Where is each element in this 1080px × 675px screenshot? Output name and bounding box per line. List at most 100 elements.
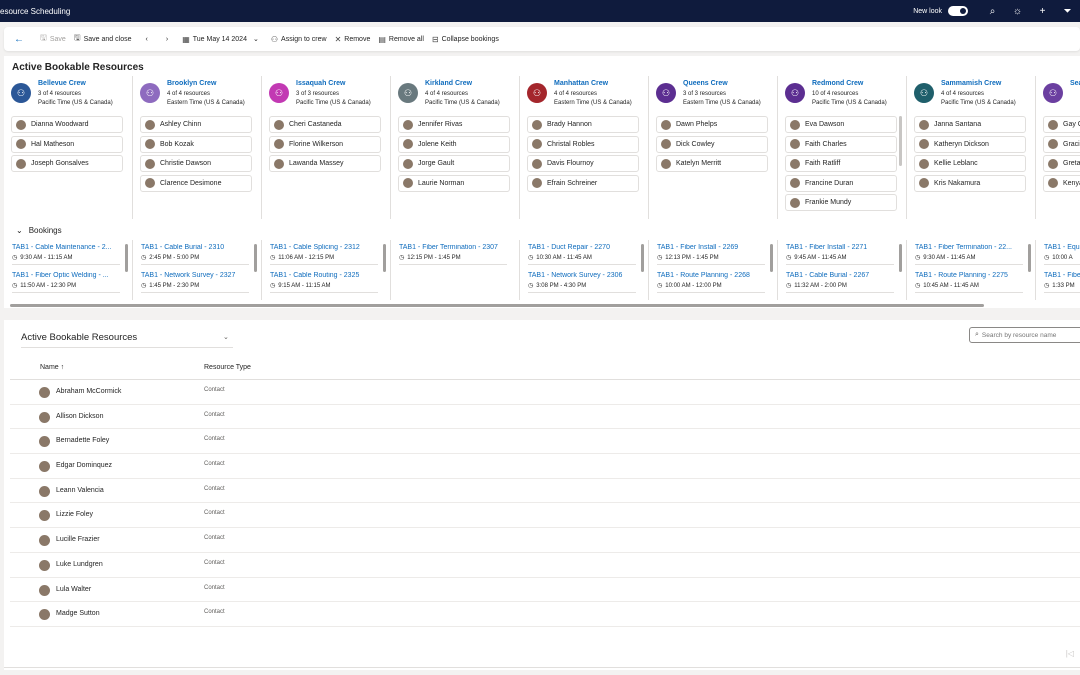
- crew-header[interactable]: ⚇ Brooklyn Crew 4 of 4 resources Eastern Ti…: [133, 76, 261, 108]
- search-input[interactable]: [981, 331, 1077, 339]
- booking-title[interactable]: TAB1 - Cable Maintenance - 2...: [12, 244, 122, 251]
- crew-member-card[interactable]: Jennifer Rivas: [398, 116, 510, 133]
- crew-member-card[interactable]: Christie Dawson: [140, 155, 252, 172]
- crew-member-card[interactable]: Brady Hannon: [527, 116, 639, 133]
- booking-item[interactable]: TAB1 - Cable Splicing - 2312 ◷ 11:06 AM - …: [270, 244, 390, 272]
- table-row[interactable]: Lula Walter Contact: [10, 578, 1080, 603]
- booking-title[interactable]: TAB1 - Cable Splicing - 2312: [270, 244, 380, 251]
- crew-member-card[interactable]: Clarence Desimone: [140, 174, 252, 192]
- crew-member-card[interactable]: Kris Nakamura: [914, 174, 1026, 192]
- resource-name[interactable]: Edgar Dominquez: [56, 462, 112, 469]
- table-row[interactable]: Luke Lundgren Contact: [10, 553, 1080, 578]
- booking-title[interactable]: TAB1 - Route Planning - 2275: [915, 272, 1025, 279]
- crew-member-card[interactable]: Jorge Gault: [398, 155, 510, 172]
- vertical-scrollbar[interactable]: [254, 244, 257, 272]
- crew-member-card[interactable]: Davis Flournoy: [527, 155, 639, 172]
- resource-name[interactable]: Luke Lundgren: [56, 561, 103, 568]
- booking-item[interactable]: TAB1 - Cable Burial - 2267 ◷ 11:32 AM - 2:…: [786, 272, 906, 300]
- crew-header[interactable]: ⚇ Sammamish Crew 4 of 4 resources Pacific T…: [907, 76, 1035, 108]
- booking-item[interactable]: TAB1 - Fiber ◷ 1:33 PM: [1044, 272, 1080, 300]
- booking-item[interactable]: TAB1 - Duct Repair - 2270 ◷ 10:30 AM - 11:…: [528, 244, 648, 272]
- next-day-button[interactable]: ›: [166, 36, 168, 43]
- crew-member-card[interactable]: Hal Matheson: [11, 135, 123, 153]
- crew-member-card[interactable]: Frankie Mundy: [785, 194, 897, 211]
- booking-title[interactable]: TAB1 - Fiber Termination - 2307: [399, 244, 509, 251]
- crew-member-card[interactable]: Francine Duran: [785, 174, 897, 192]
- plus-icon[interactable]: +: [1030, 6, 1055, 17]
- table-row[interactable]: Madge Sutton Contact: [10, 602, 1080, 627]
- resource-name[interactable]: Lula Walter: [56, 586, 91, 593]
- crew-name[interactable]: Redmond Crew: [812, 80, 863, 87]
- booking-item[interactable]: TAB1 - Route Planning - 2275 ◷ 10:45 AM - …: [915, 272, 1035, 300]
- search-icon[interactable]: ⌕: [980, 6, 1005, 17]
- column-header-name[interactable]: Name ↑: [40, 364, 64, 371]
- vertical-scrollbar[interactable]: [641, 244, 644, 272]
- vertical-scrollbar[interactable]: [1028, 244, 1031, 272]
- remove-button[interactable]: ✕ Remove: [335, 35, 371, 44]
- resource-name[interactable]: Leann Valencia: [56, 487, 104, 494]
- table-row[interactable]: Abraham McCormick Contact: [10, 380, 1080, 405]
- table-row[interactable]: Allison Dickson Contact: [10, 405, 1080, 430]
- previous-day-button[interactable]: ‹: [146, 36, 148, 43]
- crew-header[interactable]: ⚇ Redmond Crew 10 of 4 resources Pacific Ti…: [778, 76, 906, 108]
- booking-title[interactable]: TAB1 - Cable Routing - 2325: [270, 272, 380, 279]
- save-and-close-button[interactable]: 🖫 Save and close: [74, 32, 132, 46]
- booking-title[interactable]: TAB1 - Duct Repair - 2270: [528, 244, 638, 251]
- booking-title[interactable]: TAB1 - Network Survey - 2327: [141, 272, 251, 279]
- booking-item[interactable]: TAB1 - Network Survey - 2327 ◷ 1:45 PM - 2…: [141, 272, 261, 300]
- crew-member-card[interactable]: Eva Dawson: [785, 116, 897, 133]
- booking-item[interactable]: TAB1 - Fiber Install - 2271 ◷ 9:45 AM - 11…: [786, 244, 906, 272]
- crew-name[interactable]: Bellevue Crew: [38, 80, 86, 87]
- crew-name[interactable]: Sea: [1070, 80, 1080, 87]
- crew-header[interactable]: ⚇ Issaquah Crew 3 of 3 resources Pacific Ti…: [262, 76, 390, 108]
- crew-member-card[interactable]: Bob Kozak: [140, 135, 252, 153]
- resource-name[interactable]: Abraham McCormick: [56, 388, 121, 395]
- booking-item[interactable]: TAB1 - Cable Routing - 2325 ◷ 9:15 AM - 11…: [270, 272, 390, 300]
- crew-member-card[interactable]: Lawanda Massey: [269, 155, 381, 172]
- crew-member-card[interactable]: Gay G: [1043, 116, 1080, 133]
- back-arrow-icon[interactable]: ←: [14, 34, 24, 45]
- booking-title[interactable]: TAB1 - Route Planning - 2268: [657, 272, 767, 279]
- crew-name[interactable]: Issaquah Crew: [296, 80, 345, 87]
- resource-name[interactable]: Lizzie Foley: [56, 511, 93, 518]
- crew-header[interactable]: ⚇ Bellevue Crew 3 of 4 resources Pacific Ti…: [4, 76, 132, 108]
- table-row[interactable]: Bernadette Foley Contact: [10, 429, 1080, 455]
- crew-member-card[interactable]: Ashley Chinn: [140, 116, 252, 133]
- crew-member-card[interactable]: Dick Cowley: [656, 135, 768, 153]
- booking-title[interactable]: TAB1 - Equi: [1044, 244, 1080, 251]
- resource-name[interactable]: Lucille Frazier: [56, 536, 100, 543]
- crew-member-card[interactable]: Christal Robles: [527, 135, 639, 153]
- crew-name[interactable]: Queens Crew: [683, 80, 728, 87]
- search-box[interactable]: ⌕: [969, 327, 1080, 343]
- crew-name[interactable]: Manhattan Crew: [554, 80, 608, 87]
- resource-name[interactable]: Madge Sutton: [56, 610, 100, 617]
- crew-member-card[interactable]: Faith Ratliff: [785, 155, 897, 172]
- crew-member-card[interactable]: Janna Santana: [914, 116, 1026, 133]
- booking-item[interactable]: TAB1 - Network Survey - 2306 ◷ 3:08 PM - 4…: [528, 272, 648, 300]
- crew-member-card[interactable]: Laurie Norman: [398, 174, 510, 192]
- crew-header[interactable]: ⚇ Kirkland Crew 4 of 4 resources Pacific Ti…: [391, 76, 519, 108]
- booking-title[interactable]: TAB1 - Network Survey - 2306: [528, 272, 638, 279]
- booking-title[interactable]: TAB1 - Cable Burial - 2310: [141, 244, 251, 251]
- booking-item[interactable]: TAB1 - Fiber Install - 2269 ◷ 12:13 PM - 1…: [657, 244, 777, 272]
- crew-name[interactable]: Kirkland Crew: [425, 80, 472, 87]
- crew-name[interactable]: Brooklyn Crew: [167, 80, 216, 87]
- crew-member-card[interactable]: Greta: [1043, 155, 1080, 172]
- booking-item[interactable]: TAB1 - Fiber Termination - 22... ◷ 9:30 AM…: [915, 244, 1035, 272]
- view-selector[interactable]: Active Bookable Resources ⌄: [21, 332, 229, 343]
- collapse-bookings-button[interactable]: ⊟ Collapse bookings: [432, 35, 499, 44]
- crew-member-card[interactable]: Katheryn Dickson: [914, 135, 1026, 153]
- new-look-toggle[interactable]: [948, 6, 968, 16]
- vertical-scrollbar[interactable]: [899, 116, 902, 166]
- booking-title[interactable]: TAB1 - Fiber Optic Welding - ...: [12, 272, 122, 279]
- booking-item[interactable]: TAB1 - Fiber Termination - 2307 ◷ 12:15 PM…: [399, 244, 519, 272]
- crew-member-card[interactable]: Cheri Castaneda: [269, 116, 381, 133]
- bookings-toggle[interactable]: ⌄ Bookings: [16, 226, 62, 235]
- booking-title[interactable]: TAB1 - Fiber Install - 2269: [657, 244, 767, 251]
- crew-member-card[interactable]: Gracie: [1043, 135, 1080, 153]
- lightbulb-icon[interactable]: ☼: [1005, 6, 1030, 17]
- crew-header[interactable]: ⚇ Queens Crew 3 of 3 resources Eastern Time…: [649, 76, 777, 108]
- booking-item[interactable]: TAB1 - Route Planning - 2268 ◷ 10:00 AM - …: [657, 272, 777, 300]
- crew-header[interactable]: ⚇ Sea: [1036, 76, 1080, 108]
- resource-name[interactable]: Bernadette Foley: [56, 437, 109, 444]
